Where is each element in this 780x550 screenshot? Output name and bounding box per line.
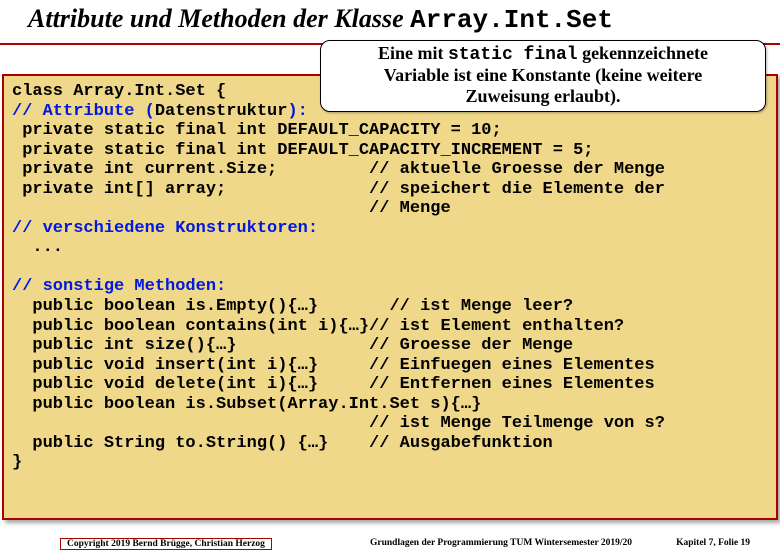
code-l10: // sonstige Methoden: bbox=[12, 277, 226, 296]
callout-l3: Zuweisung erlaubt). bbox=[465, 86, 620, 106]
title-text: Attribute und Methoden der Klasse bbox=[28, 4, 410, 33]
callout-l1a: Eine mit bbox=[378, 43, 448, 63]
callout-l1-mono: static final bbox=[448, 45, 578, 65]
code-l0: class Array.Int.Set { bbox=[12, 82, 226, 101]
code-l18: public String to.String() {…} // Ausgabe… bbox=[12, 434, 553, 453]
code-l19: } bbox=[12, 453, 22, 472]
code-l5: private int[] array; // speichert die El… bbox=[12, 180, 665, 199]
callout-l1b: gekennzeichnete bbox=[578, 43, 708, 63]
code-l14: public void insert(int i){…} // Einfuege… bbox=[12, 356, 655, 375]
callout-l2: Variable ist eine Konstante (keine weite… bbox=[384, 65, 702, 85]
code-l3: private static final int DEFAULT_CAPACIT… bbox=[12, 141, 594, 160]
code-l1c: ): bbox=[287, 102, 307, 121]
code-l12: public boolean contains(int i){…}// ist … bbox=[12, 317, 624, 336]
code-l8: ... bbox=[12, 238, 63, 257]
code-l16: public boolean is.Subset(Array.Int.Set s… bbox=[12, 395, 481, 414]
code-l1a: // Attribute ( bbox=[12, 102, 155, 121]
title-classname: Array.Int.Set bbox=[410, 5, 613, 35]
code-l6: // Menge bbox=[12, 199, 451, 218]
code-l17: // ist Menge Teilmenge von s? bbox=[12, 414, 665, 433]
code-l2: private static final int DEFAULT_CAPACIT… bbox=[12, 121, 502, 140]
slide-title: Attribute und Methoden der Klasse Array.… bbox=[0, 0, 780, 45]
code-l1b: Datenstruktur bbox=[155, 102, 288, 121]
code-panel: class Array.Int.Set { // Attribute (Date… bbox=[2, 74, 778, 520]
code-l13: public int size(){…} // Groesse der Meng… bbox=[12, 336, 573, 355]
code-l7: // verschiedene Konstruktoren: bbox=[12, 219, 318, 238]
code-l15: public void delete(int i){…} // Entferne… bbox=[12, 375, 655, 394]
code-l4: private int current.Size; // aktuelle Gr… bbox=[12, 160, 665, 179]
note-callout: Eine mit static final gekennzeichnete Va… bbox=[320, 40, 766, 112]
code-l11: public boolean is.Empty(){…} // ist Meng… bbox=[12, 297, 573, 316]
